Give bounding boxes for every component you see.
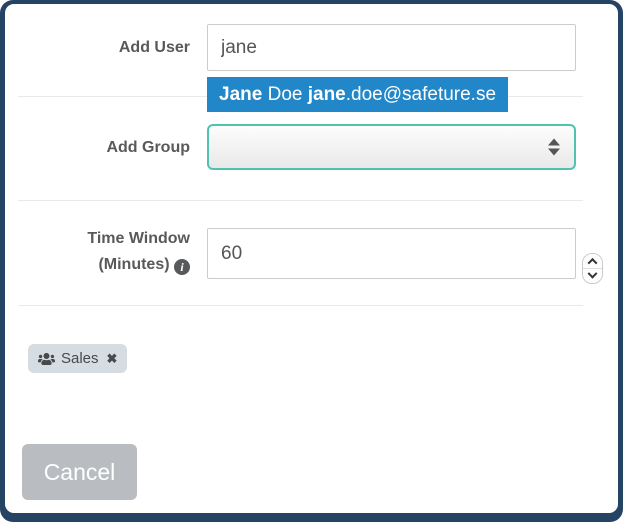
divider (18, 200, 583, 201)
divider (18, 305, 583, 306)
group-tag-sales: Sales ✖ (28, 344, 128, 373)
number-spinner (582, 253, 603, 284)
time-window-input[interactable] (207, 228, 576, 279)
add-group-label: Add Group (106, 139, 190, 156)
add-user-label: Add User (118, 39, 190, 56)
suggestion-email-rest: .doe@safeture.se (345, 84, 497, 105)
spinner-up-button[interactable] (583, 254, 602, 269)
chevron-down-icon (587, 268, 598, 279)
spinner-down-button[interactable] (583, 268, 602, 283)
dialog-frame: Add User Jane Doe jane.doe@safeture.se A… (0, 0, 623, 522)
suggestion-email-match: jane (307, 84, 346, 105)
suggestion-name-rest: Doe (262, 84, 308, 105)
user-suggestion-item[interactable]: Jane Doe jane.doe@safeture.se (207, 77, 509, 112)
add-user-input[interactable] (207, 24, 576, 71)
time-window-label-line1: Time Window (87, 230, 190, 247)
time-window-label: Time Window (Minutes) i (0, 226, 190, 278)
tag-remove-icon[interactable]: ✖ (107, 351, 118, 367)
users-icon (38, 352, 55, 366)
time-window-label-line2: (Minutes) (98, 256, 170, 273)
tag-label: Sales (61, 350, 99, 367)
add-group-select[interactable] (207, 124, 576, 170)
cancel-button[interactable]: Cancel (22, 444, 137, 500)
info-icon[interactable]: i (174, 259, 190, 275)
select-arrows-icon (548, 138, 560, 156)
chevron-up-icon (587, 257, 598, 268)
suggestion-name-match: Jane (219, 84, 263, 105)
